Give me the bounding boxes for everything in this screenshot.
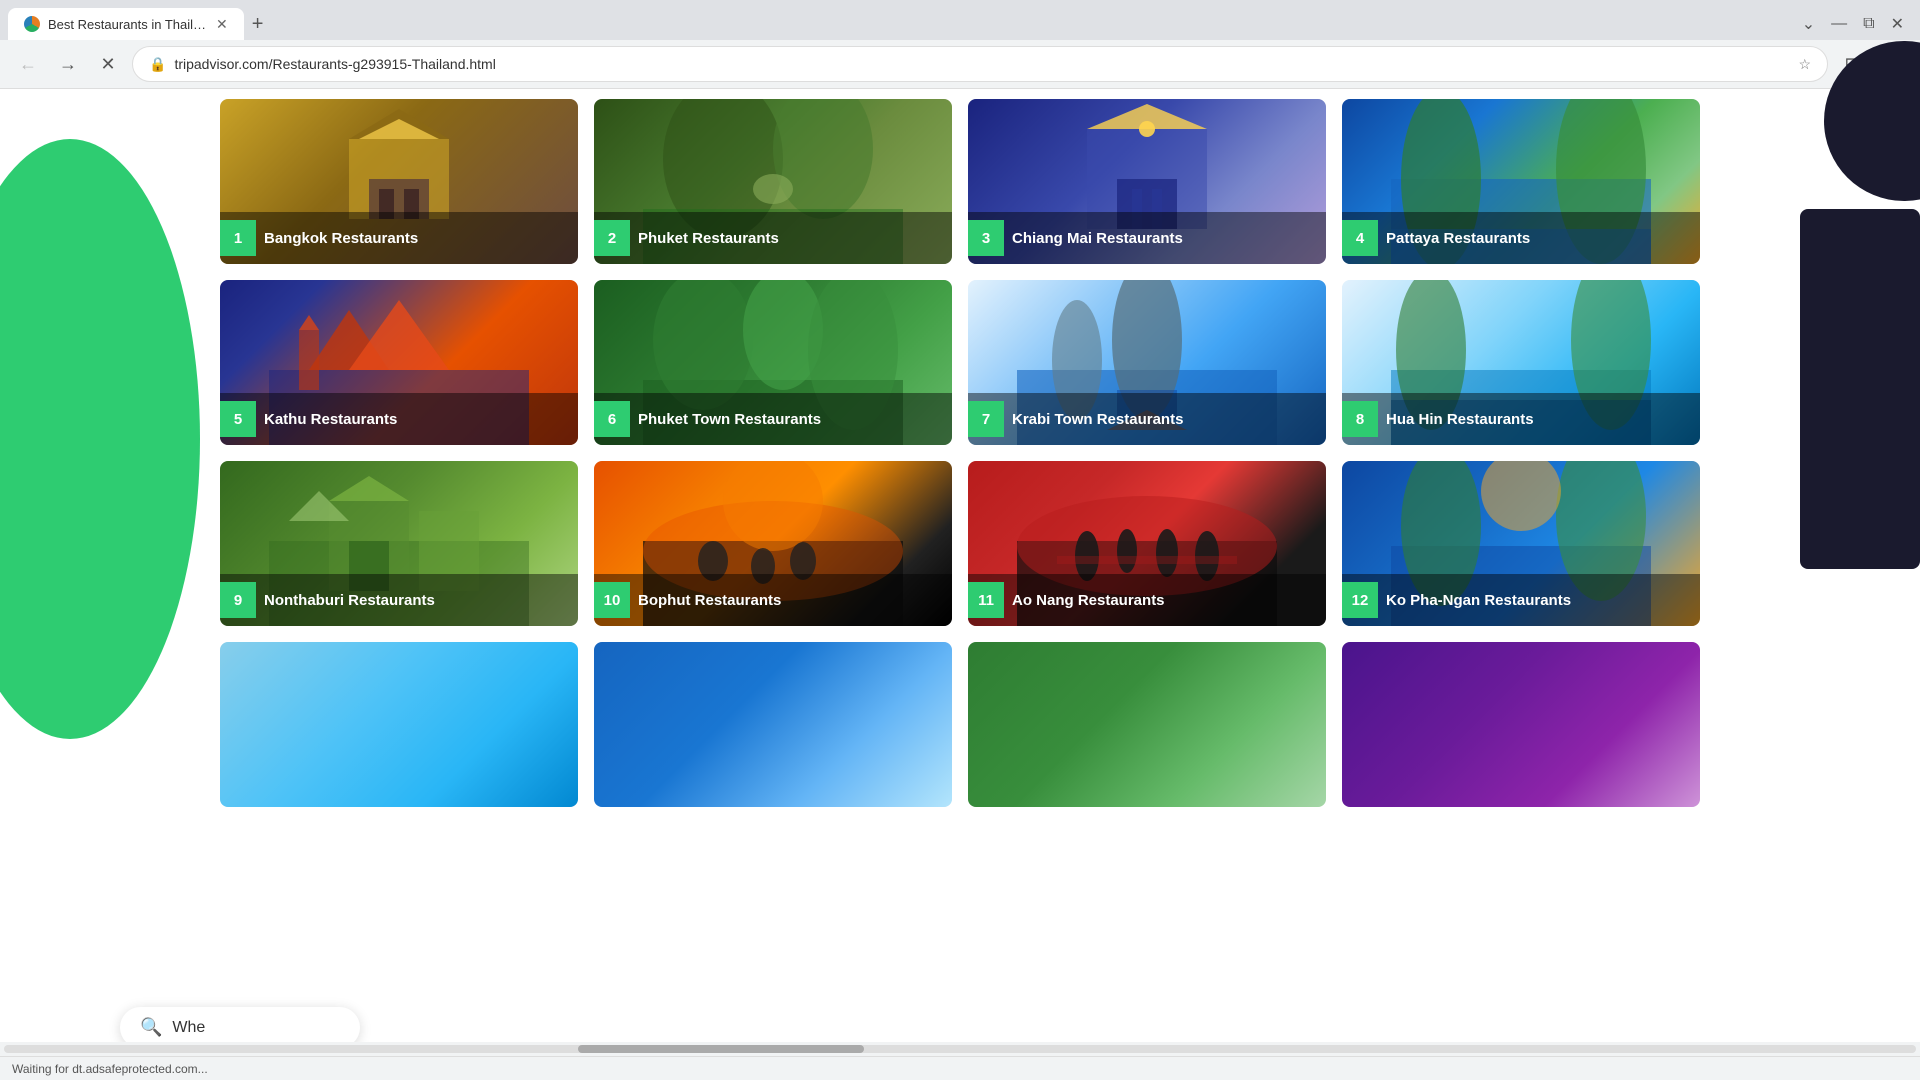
- scrollbar-track[interactable]: [4, 1045, 1916, 1053]
- tab-bar: Best Restaurants in Thailand - T ✕ + ⌄ —…: [0, 0, 1920, 40]
- scrollbar-thumb[interactable]: [578, 1045, 865, 1053]
- card-label-1: 1 Bangkok Restaurants: [220, 212, 578, 264]
- card-name-2: Phuket Restaurants: [638, 230, 779, 247]
- card-label-3: 3 Chiang Mai Restaurants: [968, 212, 1326, 264]
- restaurant-card-12[interactable]: 12 Ko Pha-Ngan Restaurants: [1342, 461, 1700, 626]
- minimize-button[interactable]: —: [1831, 14, 1847, 34]
- card-label-8: 8 Hua Hin Restaurants: [1342, 393, 1700, 445]
- card-name-1: Bangkok Restaurants: [264, 230, 418, 247]
- right-decoration: [1720, 89, 1920, 1081]
- card-label-4: 4 Pattaya Restaurants: [1342, 212, 1700, 264]
- bookmark-icon: ☆: [1798, 56, 1811, 73]
- card-label-10: 10 Bophut Restaurants: [594, 574, 952, 626]
- card-number-11: 11: [968, 582, 1004, 618]
- restore-button[interactable]: ⧉: [1863, 14, 1874, 34]
- card-name-3: Chiang Mai Restaurants: [1012, 230, 1183, 247]
- restaurant-card-13[interactable]: [220, 642, 578, 807]
- card-name-8: Hua Hin Restaurants: [1386, 411, 1534, 428]
- right-deco-bar-front: [1800, 209, 1920, 569]
- restaurant-card-11[interactable]: 11 Ao Nang Restaurants: [968, 461, 1326, 626]
- tab-controls: ⌄ — ⧉ ✕: [1802, 14, 1912, 34]
- card-number-3: 3: [968, 220, 1004, 256]
- card-label-7: 7 Krabi Town Restaurants: [968, 393, 1326, 445]
- card-label-12: 12 Ko Pha-Ngan Restaurants: [1342, 574, 1700, 626]
- browser-chrome: Best Restaurants in Thailand - T ✕ + ⌄ —…: [0, 0, 1920, 89]
- card-name-9: Nonthaburi Restaurants: [264, 592, 435, 609]
- card-number-4: 4: [1342, 220, 1378, 256]
- address-bar-row: ← → ✕ 🔒 tripadvisor.com/Restaurants-g293…: [0, 40, 1920, 88]
- card-number-9: 9: [220, 582, 256, 618]
- status-text: Waiting for dt.adsafeprotected.com...: [12, 1062, 208, 1076]
- forward-button[interactable]: →: [52, 48, 84, 80]
- card-image-16: [1342, 642, 1700, 807]
- search-icon: 🔍: [140, 1017, 162, 1038]
- card-name-11: Ao Nang Restaurants: [1012, 592, 1165, 609]
- restaurant-card-9[interactable]: 9 Nonthaburi Restaurants: [220, 461, 578, 626]
- back-button[interactable]: ←: [12, 48, 44, 80]
- restaurant-card-14[interactable]: [594, 642, 952, 807]
- card-number-7: 7: [968, 401, 1004, 437]
- restaurant-card-6[interactable]: 6 Phuket Town Restaurants: [594, 280, 952, 445]
- tab-close-button[interactable]: ✕: [216, 16, 228, 33]
- left-decoration: [0, 139, 200, 739]
- card-name-12: Ko Pha-Ngan Restaurants: [1386, 592, 1571, 609]
- reload-button[interactable]: ✕: [92, 48, 124, 80]
- close-window-button[interactable]: ✕: [1891, 14, 1904, 34]
- lock-icon: 🔒: [149, 56, 166, 73]
- card-number-6: 6: [594, 401, 630, 437]
- card-label-6: 6 Phuket Town Restaurants: [594, 393, 952, 445]
- tab-title: Best Restaurants in Thailand - T: [48, 17, 208, 32]
- horizontal-scrollbar[interactable]: [0, 1042, 1920, 1056]
- card-label-5: 5 Kathu Restaurants: [220, 393, 578, 445]
- address-bar[interactable]: 🔒 tripadvisor.com/Restaurants-g293915-Th…: [132, 46, 1828, 82]
- card-image-13: [220, 642, 578, 807]
- search-input[interactable]: Whe: [172, 1019, 205, 1037]
- card-name-7: Krabi Town Restaurants: [1012, 411, 1183, 428]
- url-text: tripadvisor.com/Restaurants-g293915-Thai…: [174, 56, 1790, 72]
- main-content-area: 1 Bangkok Restaurants 2 Phuket Restaurants…: [0, 89, 1920, 1081]
- restaurant-card-16[interactable]: [1342, 642, 1700, 807]
- card-name-4: Pattaya Restaurants: [1386, 230, 1530, 247]
- restaurant-card-5[interactable]: 5 Kathu Restaurants: [220, 280, 578, 445]
- restaurant-card-8[interactable]: 8 Hua Hin Restaurants: [1342, 280, 1700, 445]
- card-number-10: 10: [594, 582, 630, 618]
- card-number-5: 5: [220, 401, 256, 437]
- restaurant-card-10[interactable]: 10 Bophut Restaurants: [594, 461, 952, 626]
- tab-favicon: [24, 16, 40, 32]
- restaurant-card-15[interactable]: [968, 642, 1326, 807]
- card-label-2: 2 Phuket Restaurants: [594, 212, 952, 264]
- tab-list-button[interactable]: ⌄: [1802, 14, 1815, 34]
- restaurant-card-2[interactable]: 2 Phuket Restaurants: [594, 99, 952, 264]
- card-number-8: 8: [1342, 401, 1378, 437]
- card-name-6: Phuket Town Restaurants: [638, 411, 821, 428]
- card-number-2: 2: [594, 220, 630, 256]
- restaurant-grid: 1 Bangkok Restaurants 2 Phuket Restaurants…: [220, 99, 1700, 807]
- card-number-1: 1: [220, 220, 256, 256]
- restaurant-card-4[interactable]: 4 Pattaya Restaurants: [1342, 99, 1700, 264]
- card-number-12: 12: [1342, 582, 1378, 618]
- restaurant-card-3[interactable]: 3 Chiang Mai Restaurants: [968, 99, 1326, 264]
- page-content: 1 Bangkok Restaurants 2 Phuket Restaurants…: [200, 89, 1720, 827]
- card-name-10: Bophut Restaurants: [638, 592, 781, 609]
- new-tab-button[interactable]: +: [244, 9, 272, 40]
- card-label-11: 11 Ao Nang Restaurants: [968, 574, 1326, 626]
- restaurant-card-7[interactable]: 7 Krabi Town Restaurants: [968, 280, 1326, 445]
- card-image-15: [968, 642, 1326, 807]
- status-bar: Waiting for dt.adsafeprotected.com...: [0, 1056, 1920, 1080]
- restaurant-card-1[interactable]: 1 Bangkok Restaurants: [220, 99, 578, 264]
- card-label-9: 9 Nonthaburi Restaurants: [220, 574, 578, 626]
- active-tab[interactable]: Best Restaurants in Thailand - T ✕: [8, 8, 244, 40]
- card-image-14: [594, 642, 952, 807]
- card-name-5: Kathu Restaurants: [264, 411, 397, 428]
